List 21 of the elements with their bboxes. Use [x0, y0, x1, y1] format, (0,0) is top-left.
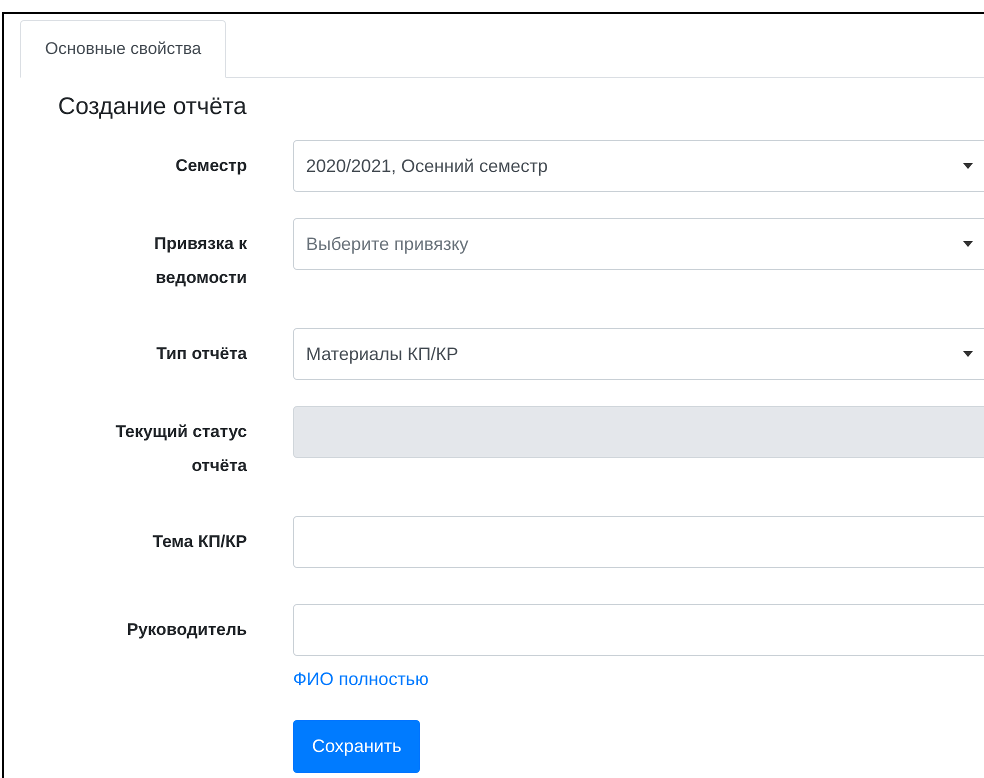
field-label: Текущий статус отчёта — [114, 421, 247, 477]
caret-icon — [963, 163, 973, 169]
save-button[interactable]: Сохранить — [293, 720, 420, 773]
tab[interactable]: Основные свойства — [20, 20, 226, 78]
field-label: Руководитель — [126, 619, 247, 641]
form-title: Создание отчёта — [58, 92, 248, 122]
select-field[interactable]: Выберите привязку — [293, 218, 984, 270]
field-label: Привязка к ведомости — [153, 233, 247, 289]
input-field[interactable] — [293, 516, 984, 568]
select-value: Материалы КП/КР — [306, 344, 460, 364]
select-field[interactable]: Материалы КП/КР — [293, 328, 984, 380]
caret-icon — [963, 351, 973, 357]
select-placeholder: Выберите привязку — [306, 234, 470, 254]
field-label: Тип отчёта — [155, 343, 247, 365]
input-field[interactable] — [293, 604, 984, 656]
field-label: Тема КП/КР — [152, 531, 247, 553]
select-field[interactable]: 2020/2021, Осенний семестр — [293, 140, 984, 192]
select-value: 2020/2021, Осенний семестр — [306, 156, 549, 176]
caret-icon — [963, 241, 973, 247]
help-text: ФИО полностью — [293, 669, 430, 690]
field-label: Семестр — [174, 155, 247, 177]
